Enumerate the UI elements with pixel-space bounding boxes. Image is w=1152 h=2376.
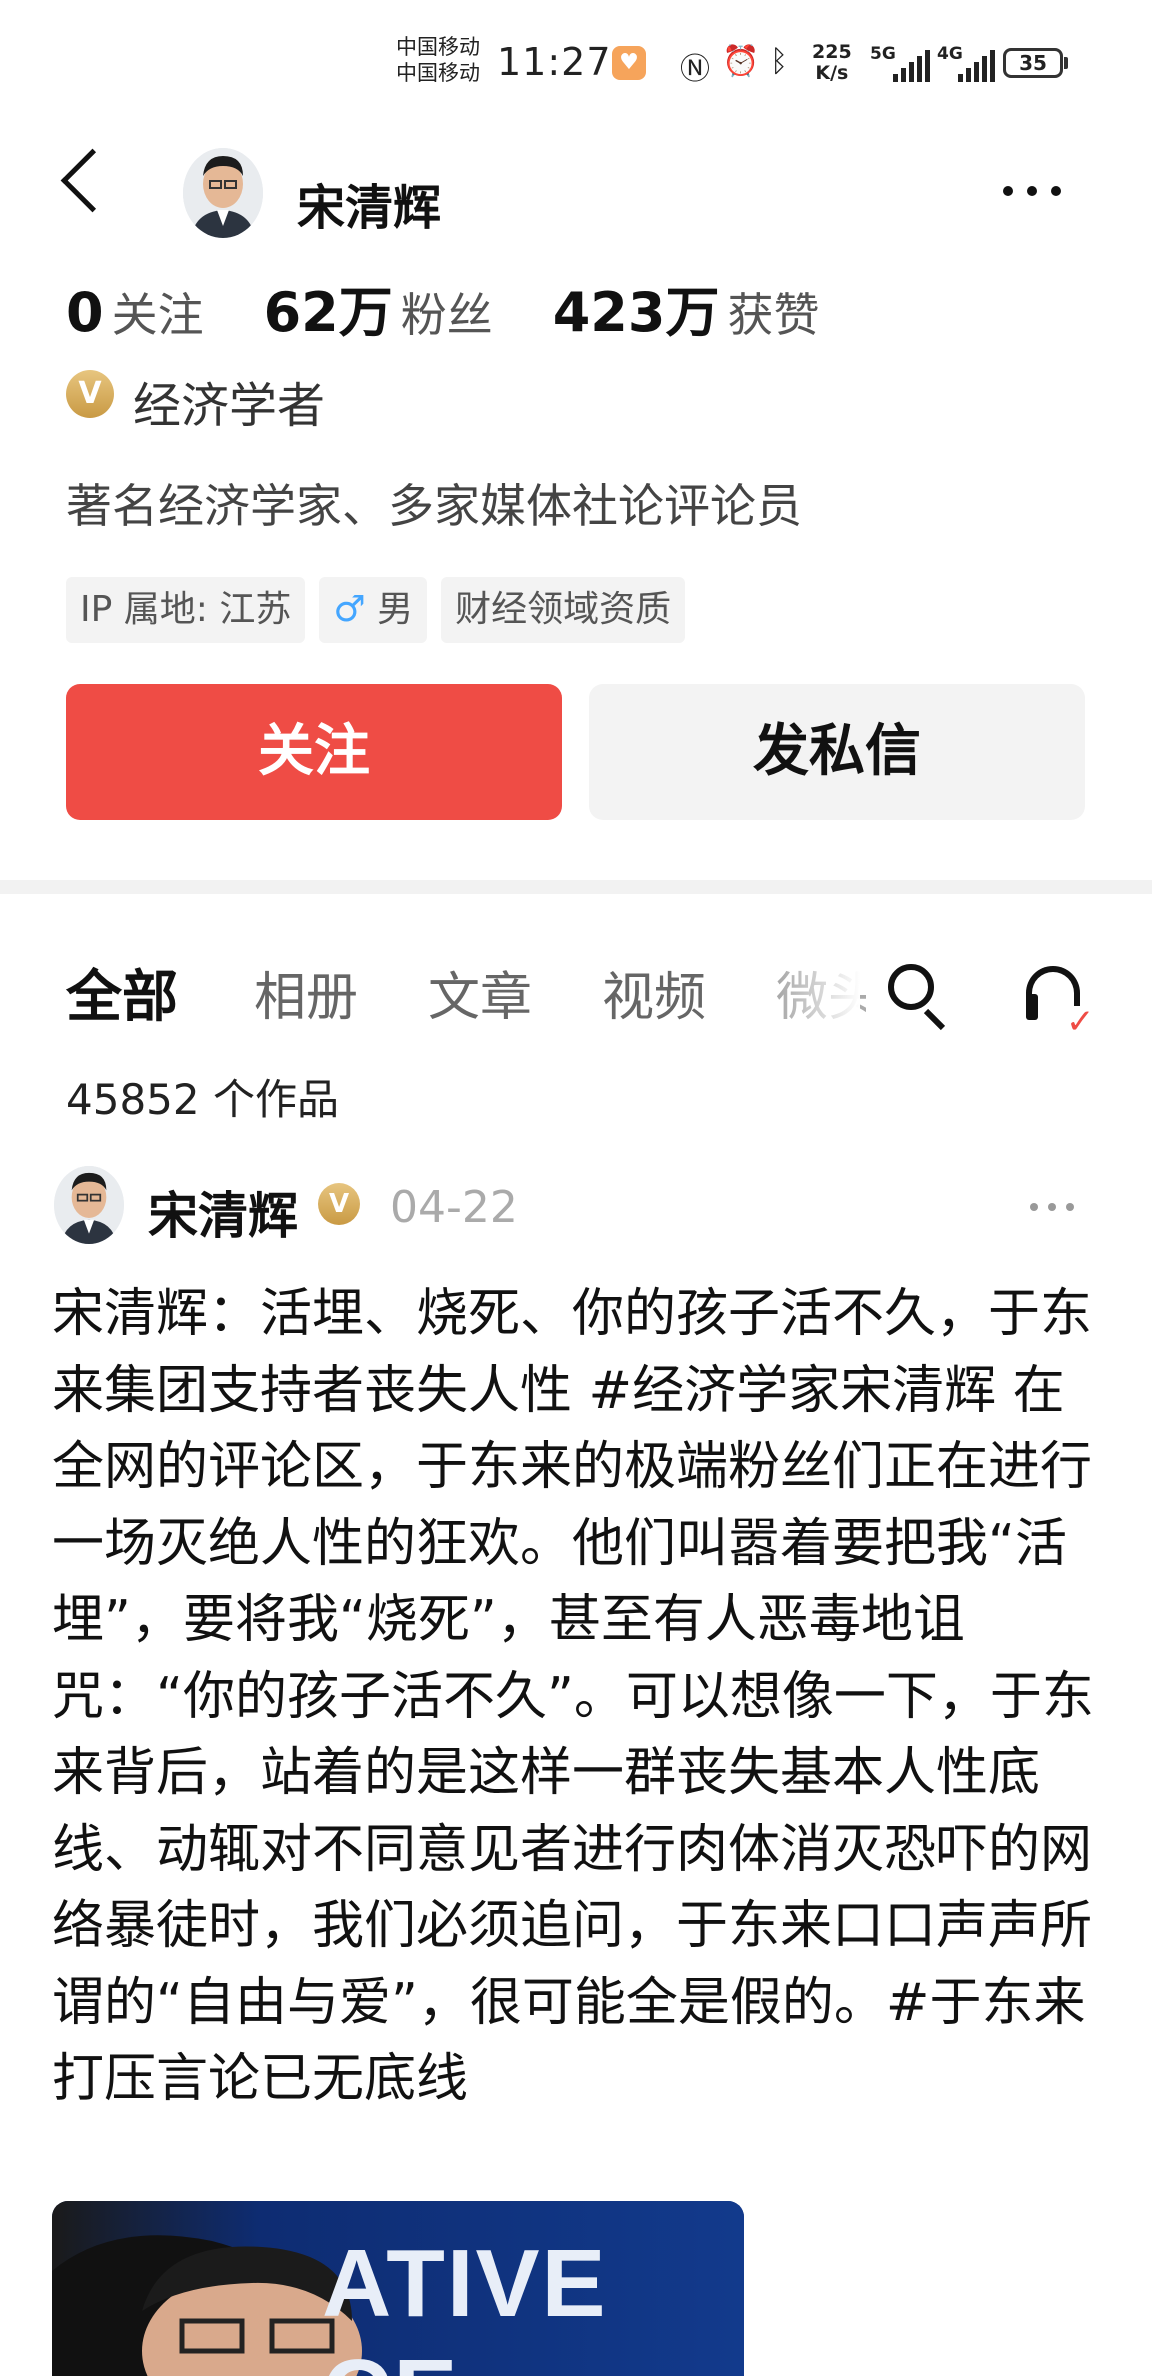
- post-image[interactable]: ATIVE CE: [52, 2201, 744, 2376]
- header-avatar[interactable]: [183, 148, 263, 238]
- fans-label[interactable]: 粉丝: [401, 279, 493, 345]
- carrier-1: 中国移动: [396, 35, 480, 59]
- post-date: 04-22: [390, 1182, 518, 1233]
- verified-title: 经济学者: [133, 378, 326, 434]
- signal-4g-icon: [958, 48, 995, 82]
- carrier-labels: 中国移动 中国移动: [396, 34, 480, 86]
- more-options-icon[interactable]: [1003, 186, 1061, 196]
- carrier-2: 中国移动: [396, 61, 480, 85]
- post-image-caption: ATIVE CE: [322, 2230, 608, 2376]
- profile-name: 宋清辉: [297, 180, 442, 236]
- tag-gender: ♂ 男: [319, 577, 428, 643]
- post-more-icon[interactable]: [1030, 1203, 1074, 1211]
- listen-icon-earcup: [1026, 994, 1038, 1020]
- fans-count: 62万: [263, 281, 393, 344]
- status-time: 11:27: [497, 40, 612, 84]
- tag-ip-location: IP 属地: 江苏: [66, 577, 306, 643]
- post-author-avatar[interactable]: [54, 1166, 124, 1244]
- section-divider: [0, 880, 1152, 894]
- tag-gender-label: 男: [377, 589, 414, 630]
- tab-all[interactable]: 全部: [66, 952, 178, 1033]
- alarm-icon: ⏰: [722, 44, 760, 79]
- profile-tags: IP 属地: 江苏 ♂ 男 财经领域资质: [66, 577, 686, 643]
- message-button[interactable]: 发私信: [589, 684, 1085, 820]
- male-icon: ♂: [333, 589, 366, 630]
- net-speed-unit: K/s: [815, 62, 849, 84]
- post-author-name[interactable]: 宋清辉: [148, 1176, 298, 1248]
- back-arrow-icon[interactable]: [60, 148, 125, 213]
- battery-tip: [1064, 57, 1068, 69]
- bluetooth-icon: ᛒ: [770, 44, 788, 79]
- search-icon[interactable]: [888, 964, 934, 1010]
- signal-5g-icon: [893, 48, 930, 82]
- tag-finance-qualification[interactable]: 财经领域资质: [441, 577, 686, 643]
- tab-videos[interactable]: 视频: [602, 955, 706, 1030]
- profile-stats: 0 关注 62万 粉丝 423万 获赞: [66, 268, 819, 347]
- health-app-icon: ♥: [612, 46, 646, 80]
- listen-check-icon: ✓: [1066, 1002, 1095, 1042]
- following-label[interactable]: 关注: [112, 279, 204, 345]
- network-5g-label: 5G: [870, 44, 896, 64]
- tab-fade-overlay: [780, 940, 860, 1040]
- net-speed-value: 225: [812, 41, 852, 63]
- profile-bio: 著名经济学家、多家媒体社论评论员: [66, 479, 802, 533]
- post-verified-badge-icon: V: [318, 1183, 360, 1225]
- verified-badge-icon: V: [66, 370, 114, 418]
- nfc-icon: Ⓝ: [680, 52, 710, 87]
- likes-count: 423万: [552, 281, 720, 344]
- post-body[interactable]: 宋清辉：活埋、烧死、你的孩子活不久，于东来集团支持者丧失人性 #经济学家宋清辉 …: [52, 1276, 1102, 2118]
- likes-label[interactable]: 获赞: [727, 279, 819, 345]
- follow-button[interactable]: 关注: [66, 684, 562, 820]
- works-count: 45852 个作品: [66, 1075, 339, 1124]
- following-count: 0: [66, 281, 104, 344]
- battery-icon: 35: [1003, 48, 1063, 78]
- tab-articles[interactable]: 文章: [428, 955, 532, 1030]
- net-speed: 225 K/s: [812, 42, 852, 84]
- tab-album[interactable]: 相册: [254, 955, 358, 1030]
- search-icon-handle: [923, 1008, 946, 1031]
